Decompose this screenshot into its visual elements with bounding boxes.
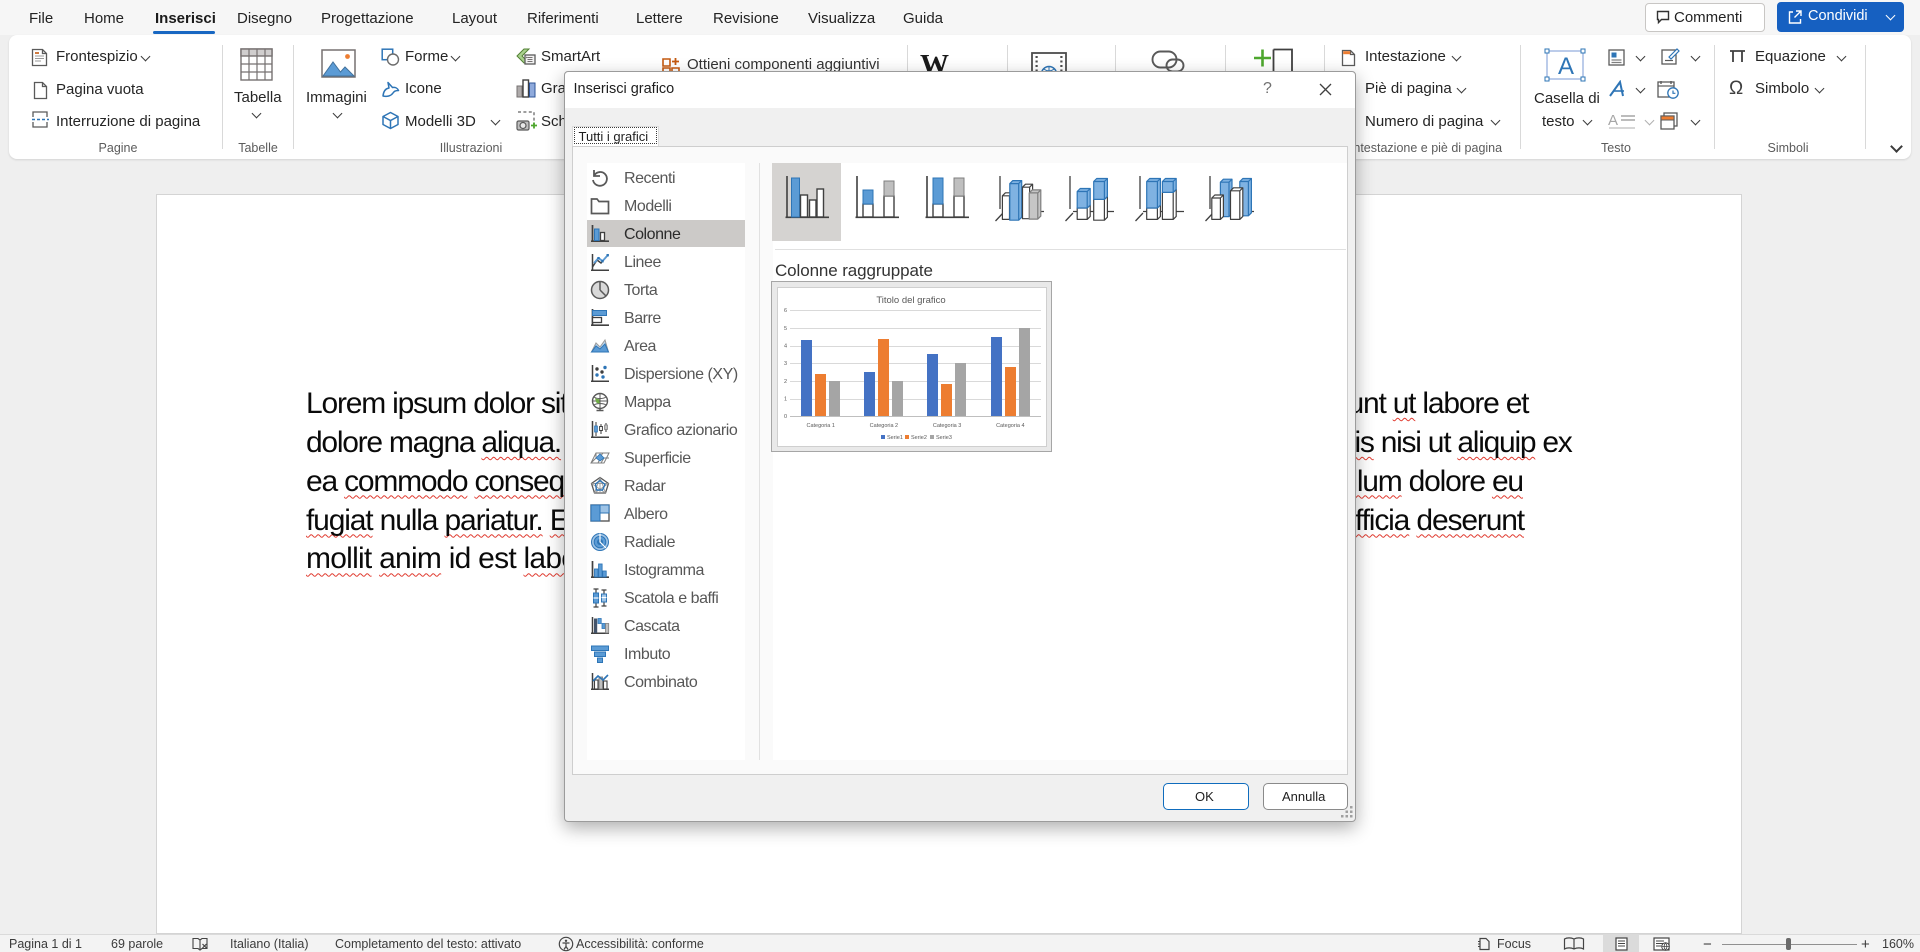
- svg-text:A: A: [1558, 53, 1574, 80]
- svg-text:A: A: [1608, 112, 1618, 129]
- svg-text:#: #: [1345, 118, 1350, 128]
